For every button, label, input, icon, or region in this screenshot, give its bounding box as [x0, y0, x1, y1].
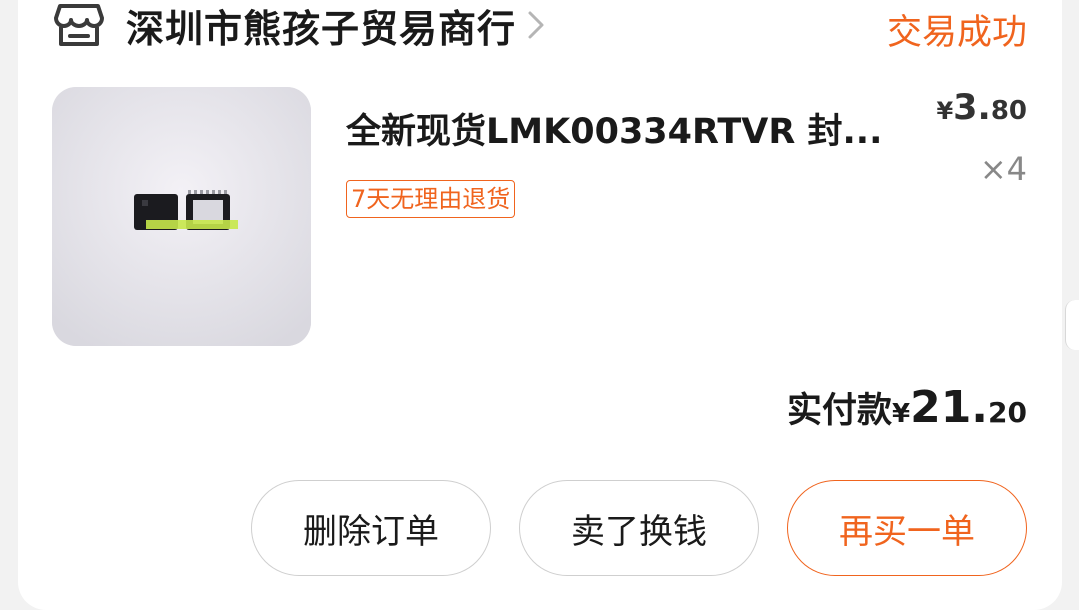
sell-button[interactable]: 卖了换钱 [519, 480, 759, 576]
store-icon [54, 4, 104, 46]
shop-header[interactable]: 深圳市熊孩子贸易商行 [54, 0, 546, 53]
unit-price-integer: 3. [953, 88, 991, 128]
buy-again-button[interactable]: 再买一单 [787, 480, 1027, 576]
return-policy-tag: 7天无理由退货 [346, 180, 516, 218]
product-image [52, 87, 311, 346]
total-payment: 实付款 ¥21. 20 [787, 382, 1027, 433]
quantity: ×4 [979, 150, 1027, 188]
total-currency: ¥ [891, 399, 911, 429]
shop-name[interactable]: 深圳市熊孩子贸易商行 [126, 0, 516, 53]
chevron-right-icon[interactable] [526, 9, 546, 41]
unit-price-decimal: 80 [990, 96, 1027, 126]
product-thumbnail[interactable] [52, 87, 311, 346]
delete-order-button[interactable]: 删除订单 [251, 480, 491, 576]
unit-price-currency: ¥ [936, 97, 954, 125]
total-integer: 21. [910, 382, 989, 433]
page-edge [1065, 0, 1079, 589]
unit-price: ¥3.80 [936, 88, 1027, 128]
product-title[interactable]: 全新现货LMK00334RTVR 封... [346, 103, 886, 154]
total-decimal: 20 [988, 396, 1027, 429]
total-label: 实付款 [786, 391, 892, 431]
scroll-edge [1065, 300, 1079, 350]
order-status: 交易成功 [886, 13, 1027, 53]
